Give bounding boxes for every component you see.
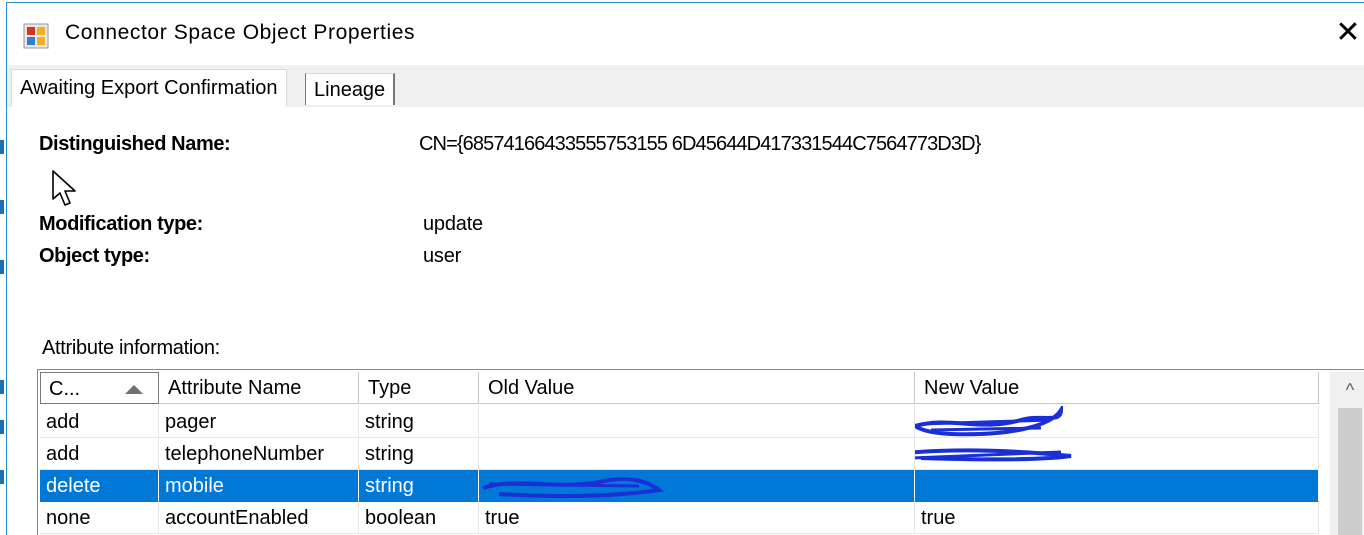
scroll-up-icon[interactable]: ^ <box>1330 372 1364 408</box>
cell-new-value <box>915 406 1319 438</box>
cell-change: add <box>40 438 159 470</box>
cell-attribute-name: telephoneNumber <box>159 438 359 470</box>
window-title: Connector Space Object Properties <box>65 21 416 44</box>
column-header-new-value[interactable]: New Value <box>915 372 1319 404</box>
cell-attribute-name: accountEnabled <box>159 502 359 534</box>
scrollbar-thumb[interactable] <box>1338 408 1362 535</box>
cell-type: string <box>359 438 479 470</box>
object-type-value: user <box>423 245 462 267</box>
cell-type: string <box>359 470 479 502</box>
table-row[interactable]: none accountEnabled boolean true true <box>40 502 1319 534</box>
column-header-change[interactable]: C... <box>40 372 159 404</box>
tab-lineage[interactable]: Lineage <box>305 73 396 105</box>
cell-attribute-name: mobile <box>159 470 359 502</box>
cell-old-value <box>479 406 915 438</box>
cell-old-value <box>479 438 915 470</box>
column-header-attribute-name[interactable]: Attribute Name <box>159 372 359 404</box>
table-row-selected[interactable]: delete mobile string <box>40 470 1319 502</box>
cell-old-value: true <box>479 502 915 534</box>
cell-new-value: true <box>915 502 1319 534</box>
cell-change: none <box>40 502 159 534</box>
distinguished-name-value: CN={68574166433555753155 6D45644D4173315… <box>419 133 981 155</box>
connector-space-properties-dialog: Connector Space Object Properties ✕ Awai… <box>6 2 1364 535</box>
attribute-grid[interactable]: C... Attribute Name Type Old Value New V… <box>37 369 1364 535</box>
cell-attribute-name: pager <box>159 406 359 438</box>
attribute-information-label: Attribute information: <box>42 337 220 359</box>
cell-change: add <box>40 406 159 438</box>
modification-type-label: Modification type: <box>39 213 203 235</box>
redaction-scribble <box>915 406 1064 437</box>
object-type-label: Object type: <box>39 245 150 267</box>
cell-old-value <box>479 470 915 502</box>
cell-new-value <box>915 470 1319 502</box>
cell-new-value <box>915 438 1319 470</box>
table-row[interactable]: add telephoneNumber string <box>40 438 1319 470</box>
title-bar: Connector Space Object Properties ✕ <box>7 3 1364 65</box>
tab-awaiting-export-confirmation[interactable]: Awaiting Export Confirmation <box>11 69 287 108</box>
mouse-cursor-icon <box>52 170 76 206</box>
sort-ascending-icon <box>125 385 143 394</box>
redaction-scribble <box>915 448 1072 462</box>
cell-type: boolean <box>359 502 479 534</box>
close-icon[interactable]: ✕ <box>1331 13 1364 53</box>
tab-strip: Awaiting Export Confirmation Lineage <box>7 65 1364 108</box>
column-header-old-value[interactable]: Old Value <box>479 372 915 404</box>
column-header-type[interactable]: Type <box>359 372 479 404</box>
distinguished-name-label: Distinguished Name: <box>39 133 231 155</box>
modification-type-value: update <box>423 213 483 235</box>
tab-content: Distinguished Name: CN={6857416643355575… <box>7 107 1364 535</box>
cell-change: delete <box>40 470 159 502</box>
table-row[interactable]: add pager string <box>40 406 1319 438</box>
redaction-scribble <box>482 476 664 499</box>
app-icon <box>23 23 49 49</box>
cell-type: string <box>359 406 479 438</box>
